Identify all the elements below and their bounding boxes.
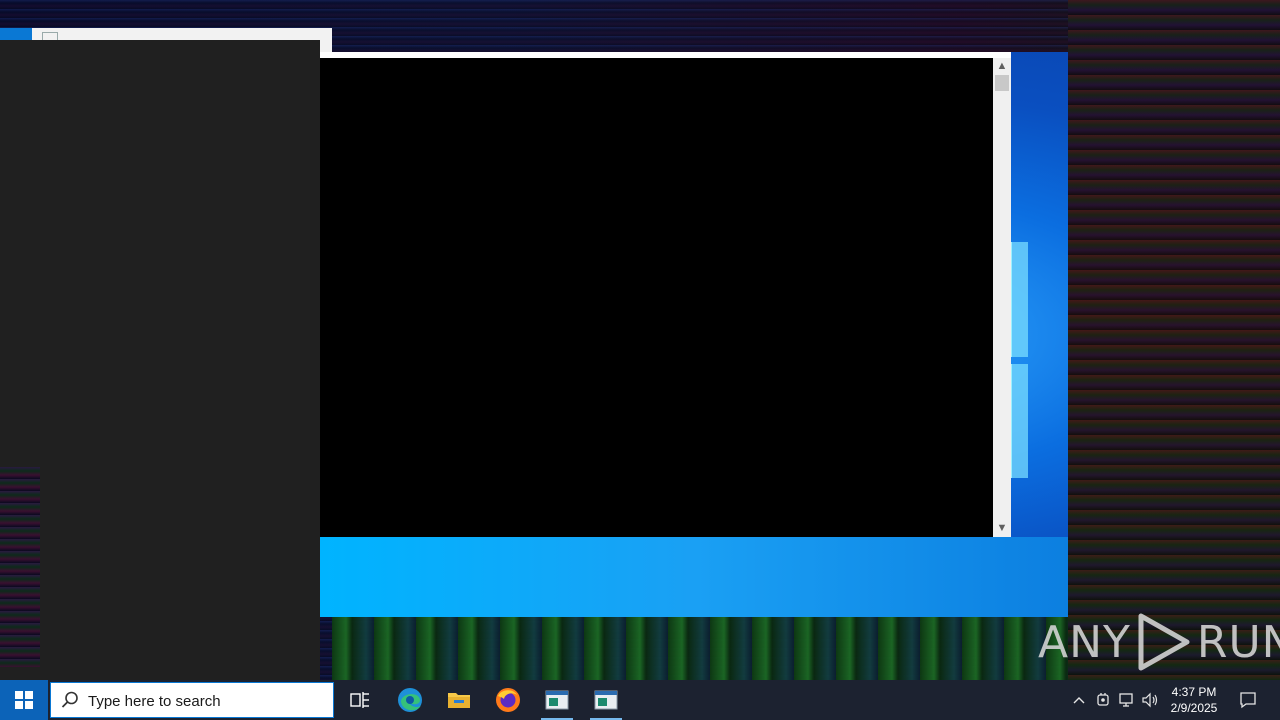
volume-button[interactable] xyxy=(1140,680,1162,720)
network-button[interactable] xyxy=(1116,680,1138,720)
scroll-down-icon[interactable]: ▼ xyxy=(993,520,1011,537)
wallpaper-light-band xyxy=(320,537,1068,617)
app-taskbar-button-1[interactable] xyxy=(533,680,581,720)
notification-icon xyxy=(1240,692,1256,709)
firefox-taskbar-button[interactable] xyxy=(484,680,532,720)
file-explorer-taskbar-button[interactable] xyxy=(435,680,483,720)
desktop-glitch-left xyxy=(0,467,40,667)
play-logo-icon xyxy=(1138,613,1190,671)
action-center-button[interactable] xyxy=(1232,680,1264,720)
taskbar-clock[interactable]: 4:37 PM 2/9/2025 xyxy=(1160,684,1228,716)
desktop-glitch-bottom xyxy=(332,617,1068,680)
taskbar: Type here to search 4:37 PM 2/9/2025 xyxy=(0,680,1280,720)
network-icon xyxy=(1119,693,1133,707)
edge-icon xyxy=(398,688,422,712)
console-window[interactable]: ▲ ▼ xyxy=(320,52,1011,537)
clock-date: 2/9/2025 xyxy=(1170,701,1218,715)
windows-logo-pane xyxy=(1010,242,1028,357)
anyrun-watermark: ANY RUN xyxy=(1038,612,1280,672)
app-taskbar-button-2[interactable] xyxy=(582,680,630,720)
task-view-button[interactable] xyxy=(336,680,384,720)
search-placeholder: Type here to search xyxy=(88,693,221,710)
desktop-glitch-right xyxy=(1068,0,1280,680)
scroll-up-icon[interactable]: ▲ xyxy=(993,58,1011,75)
clock-time: 4:37 PM xyxy=(1171,685,1217,699)
app-window-icon xyxy=(545,690,569,710)
titlebar-accent xyxy=(0,28,32,40)
scroll-thumb[interactable] xyxy=(995,75,1009,91)
watermark-text-right: RUN xyxy=(1196,616,1280,668)
console-output-area[interactable] xyxy=(320,58,993,537)
tray-device-button[interactable] xyxy=(1092,680,1114,720)
app-window-icon xyxy=(594,690,618,710)
background-window-titlebar[interactable] xyxy=(0,28,332,52)
search-icon xyxy=(61,691,78,708)
firefox-icon xyxy=(496,688,520,712)
task-view-icon xyxy=(350,692,369,708)
start-button[interactable] xyxy=(0,680,48,720)
dark-window-panel xyxy=(0,40,320,680)
device-icon xyxy=(1097,693,1109,706)
show-hidden-icons-button[interactable] xyxy=(1068,680,1090,720)
chevron-up-icon xyxy=(1073,697,1085,704)
speaker-icon xyxy=(1142,692,1158,708)
watermark-text-left: ANY xyxy=(1038,616,1131,668)
edge-taskbar-button[interactable] xyxy=(386,680,434,720)
windows-logo-icon xyxy=(15,691,33,709)
vertical-scrollbar[interactable]: ▲ ▼ xyxy=(993,58,1011,537)
file-explorer-icon xyxy=(448,693,470,708)
windows-logo-pane xyxy=(1010,364,1028,478)
taskbar-search-box[interactable]: Type here to search xyxy=(50,682,334,718)
